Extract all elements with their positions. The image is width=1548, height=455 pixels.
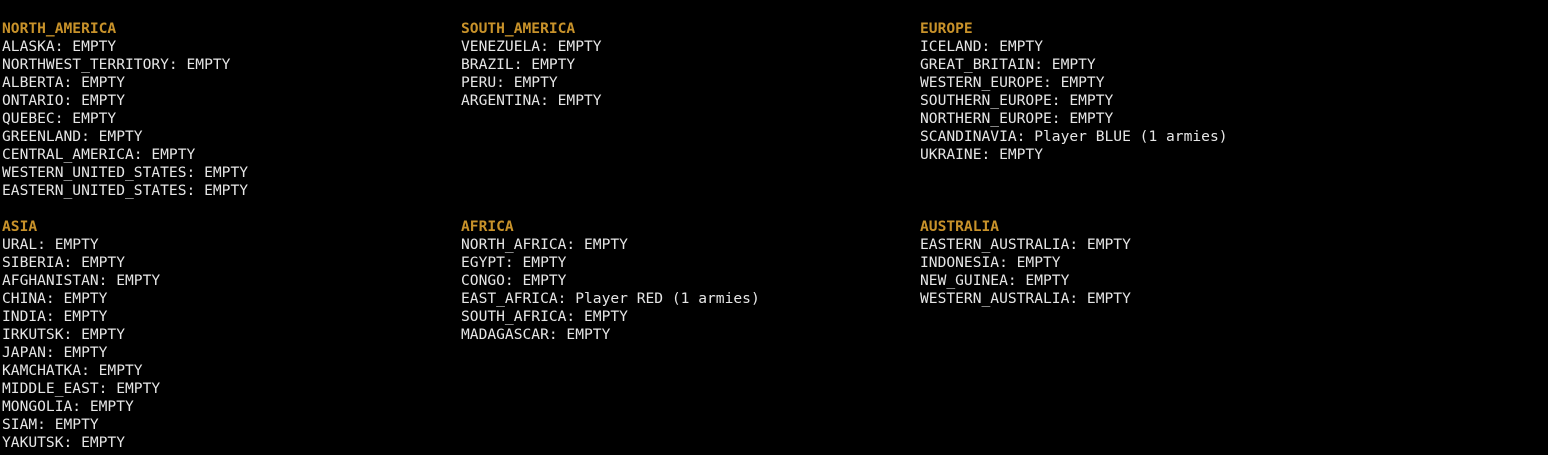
- territory-line: KAMCHATKA: EMPTY: [2, 362, 143, 379]
- territory-line: QUEBEC: EMPTY: [2, 110, 117, 127]
- territory-line: WESTERN_UNITED_STATES: EMPTY: [2, 164, 249, 181]
- territory-line: SOUTHERN_EUROPE: EMPTY: [920, 92, 1114, 109]
- territory-line: CONGO: EMPTY: [461, 272, 567, 289]
- territory-line: NORTH_AFRICA: EMPTY: [461, 236, 628, 253]
- territory-line: MADAGASCAR: EMPTY: [461, 326, 611, 343]
- continent-heading: ASIA: [2, 218, 38, 235]
- territory-line: SIBERIA: EMPTY: [2, 254, 126, 271]
- continent-heading: EUROPE: [920, 20, 973, 37]
- territory-line: EAST_AFRICA: Player RED (1 armies): [461, 290, 760, 307]
- continent-north-america: NORTH_AMERICA ALASKA: EMPTY NORTHWEST_TE…: [2, 20, 452, 200]
- territory-line: IRKUTSK: EMPTY: [2, 326, 126, 343]
- territory-line: INDONESIA: EMPTY: [920, 254, 1061, 271]
- territory-line: BRAZIL: EMPTY: [461, 56, 576, 73]
- continent-australia: AUSTRALIA EASTERN_AUSTRALIA: EMPTY INDON…: [920, 218, 1370, 308]
- continent-europe: EUROPE ICELAND: EMPTY GREAT_BRITAIN: EMP…: [920, 20, 1370, 164]
- territory-line: GREAT_BRITAIN: EMPTY: [920, 56, 1096, 73]
- territory-line: ALASKA: EMPTY: [2, 38, 117, 55]
- territory-line: ONTARIO: EMPTY: [2, 92, 126, 109]
- territory-line: WESTERN_AUSTRALIA: EMPTY: [920, 290, 1131, 307]
- continent-south-america: SOUTH_AMERICA VENEZUELA: EMPTY BRAZIL: E…: [461, 20, 911, 110]
- continent-heading: AUSTRALIA: [920, 218, 1000, 235]
- continent-heading: AFRICA: [461, 218, 514, 235]
- territory-line: URAL: EMPTY: [2, 236, 99, 253]
- territory-line: EASTERN_AUSTRALIA: EMPTY: [920, 236, 1131, 253]
- territory-line: CHINA: EMPTY: [2, 290, 108, 307]
- territory-line: AFGHANISTAN: EMPTY: [2, 272, 161, 289]
- territory-line: WESTERN_EUROPE: EMPTY: [920, 74, 1105, 91]
- territory-line: ICELAND: EMPTY: [920, 38, 1044, 55]
- territory-line: MIDDLE_EAST: EMPTY: [2, 380, 161, 397]
- truncated-next-line: [2, 449, 242, 455]
- territory-line: INDIA: EMPTY: [2, 308, 108, 325]
- continent-asia: ASIA URAL: EMPTY SIBERIA: EMPTY AFGHANIS…: [2, 218, 452, 452]
- territory-line: JAPAN: EMPTY: [2, 344, 108, 361]
- territory-line: NORTHWEST_TERRITORY: EMPTY: [2, 56, 231, 73]
- territory-line: SIAM: EMPTY: [2, 416, 99, 433]
- territory-line: PERU: EMPTY: [461, 74, 558, 91]
- territory-line: MONGOLIA: EMPTY: [2, 398, 134, 415]
- territory-line: ALBERTA: EMPTY: [2, 74, 126, 91]
- territory-line: NEW_GUINEA: EMPTY: [920, 272, 1070, 289]
- territory-line: SOUTH_AFRICA: EMPTY: [461, 308, 628, 325]
- territory-line: EASTERN_UNITED_STATES: EMPTY: [2, 182, 249, 199]
- territory-line: ARGENTINA: EMPTY: [461, 92, 602, 109]
- continent-heading: SOUTH_AMERICA: [461, 20, 576, 37]
- terminal-output: NORTH_AMERICA ALASKA: EMPTY NORTHWEST_TE…: [0, 0, 1548, 455]
- territory-line: NORTHERN_EUROPE: EMPTY: [920, 110, 1114, 127]
- territory-line: VENEZUELA: EMPTY: [461, 38, 602, 55]
- continent-heading: NORTH_AMERICA: [2, 20, 117, 37]
- territory-line: GREENLAND: EMPTY: [2, 128, 143, 145]
- continent-africa: AFRICA NORTH_AFRICA: EMPTY EGYPT: EMPTY …: [461, 218, 911, 344]
- territory-line: EGYPT: EMPTY: [461, 254, 567, 271]
- territory-line: SCANDINAVIA: Player BLUE (1 armies): [920, 128, 1228, 145]
- territory-line: CENTRAL_AMERICA: EMPTY: [2, 146, 196, 163]
- territory-line: UKRAINE: EMPTY: [920, 146, 1044, 163]
